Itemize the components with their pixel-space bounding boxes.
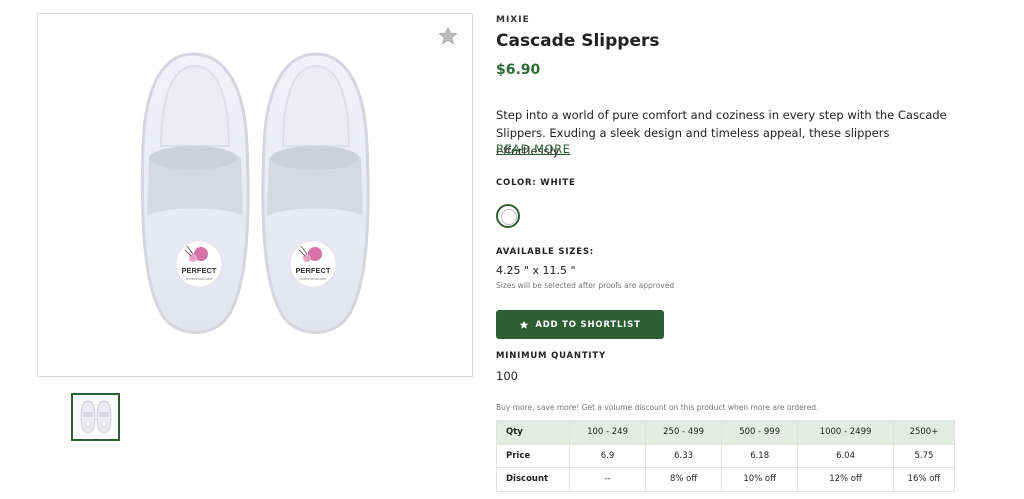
- product-logo-subtext-left: professional care: [186, 277, 213, 281]
- color-label: COLOR: WHITE: [496, 178, 576, 188]
- volume-discount-note: Buy more, save more! Get a volume discou…: [496, 403, 819, 412]
- table-cell: --: [568, 467, 647, 492]
- table-cell: 10% off: [721, 467, 799, 492]
- size-note: Sizes will be selected after proofs are …: [496, 281, 675, 290]
- read-more-link[interactable]: READ MORE: [496, 142, 570, 156]
- available-sizes-label: AVAILABLE SIZES:: [496, 247, 594, 257]
- minimum-quantity-value: 100: [496, 369, 518, 383]
- star-icon: [520, 320, 529, 329]
- product-image-frame: PERFECT professional care PERFECT profes…: [37, 13, 473, 377]
- size-value: 4.25 " x 11.5 ": [496, 264, 576, 277]
- table-cell: 6.33: [645, 443, 723, 468]
- product-thumbnail[interactable]: [71, 393, 120, 441]
- table-cell: Price: [496, 443, 570, 468]
- table-cell: 500 - 999: [721, 420, 799, 445]
- table-row-price: Price 6.9 6.33 6.18 6.04 5.75: [496, 443, 956, 468]
- table-cell: Discount: [496, 467, 570, 492]
- table-cell: 6.9: [568, 443, 647, 468]
- product-price: $6.90: [496, 62, 541, 78]
- table-cell: 2500+: [892, 420, 956, 445]
- table-cell: 250 - 499: [645, 420, 723, 445]
- table-cell: 16% off: [892, 467, 956, 492]
- table-cell: 6.18: [721, 443, 799, 468]
- minimum-quantity-label: MINIMUM QUANTITY: [496, 351, 606, 361]
- thumbnail-image: [79, 400, 112, 434]
- product-logo-text-right: PERFECT: [295, 266, 330, 275]
- table-cell: 12% off: [797, 467, 894, 492]
- table-cell: 8% off: [645, 467, 723, 492]
- product-logo-subtext-right: professional care: [300, 277, 327, 281]
- product-title: Cascade Slippers: [496, 31, 660, 51]
- table-row-discount: Discount -- 8% off 10% off 12% off 16% o…: [496, 467, 956, 492]
- favorite-star-icon[interactable]: [438, 26, 458, 46]
- volume-price-table: Qty 100 - 249 250 - 499 500 - 999 1000 -…: [496, 420, 956, 492]
- product-logo-text-left: PERFECT: [181, 266, 216, 275]
- color-swatch-white[interactable]: [496, 204, 520, 228]
- table-cell: Qty: [496, 420, 570, 445]
- table-cell: 100 - 249: [568, 420, 647, 445]
- table-cell: 5.75: [892, 443, 956, 468]
- table-header-row: Qty 100 - 249 250 - 499 500 - 999 1000 -…: [496, 420, 956, 445]
- product-image: PERFECT professional care PERFECT profes…: [140, 52, 370, 334]
- add-to-shortlist-label: ADD TO SHORTLIST: [535, 319, 641, 330]
- brand-name: MIXIE: [496, 15, 530, 25]
- add-to-shortlist-button[interactable]: ADD TO SHORTLIST: [496, 310, 664, 339]
- table-cell: 1000 - 2499: [797, 420, 894, 445]
- table-cell: 6.04: [797, 443, 894, 468]
